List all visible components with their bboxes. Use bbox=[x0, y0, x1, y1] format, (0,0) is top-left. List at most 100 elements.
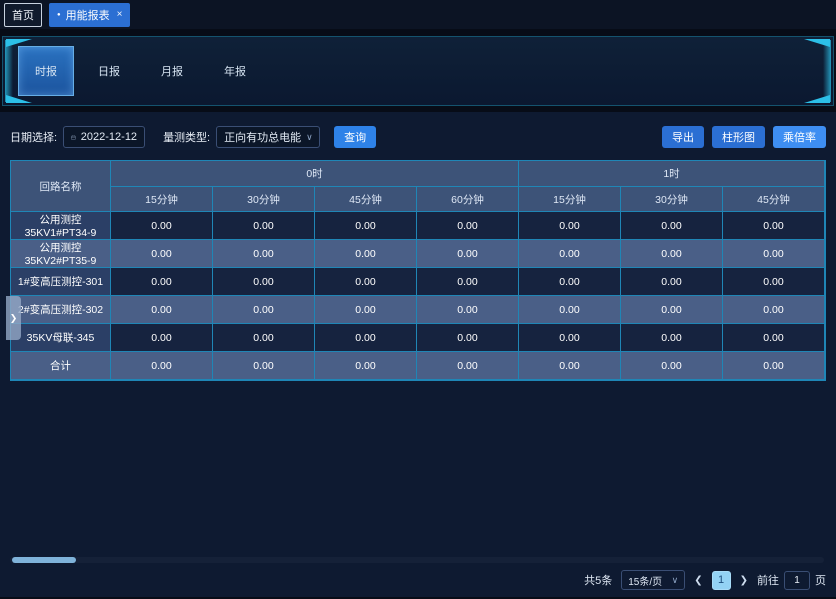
current-page-button[interactable]: 1 bbox=[712, 571, 731, 590]
page-size-value: 15条/页 bbox=[628, 573, 662, 588]
goto-page-input[interactable] bbox=[784, 571, 810, 590]
data-cell: 0.00 bbox=[519, 268, 621, 296]
row-name: 35KV母联-345 bbox=[11, 324, 111, 352]
data-cell: 0.00 bbox=[213, 240, 315, 268]
data-cell: 0.00 bbox=[417, 268, 519, 296]
column-subheader: 30分钟 bbox=[213, 187, 315, 212]
data-cell: 0.00 bbox=[315, 296, 417, 324]
row-name: 公用测控35KV2#PT35-9 bbox=[11, 240, 111, 268]
total-count-label: 共5条 bbox=[584, 572, 612, 588]
data-cell: 0.00 bbox=[621, 352, 723, 380]
column-group-header: 0时 bbox=[111, 161, 519, 187]
data-cell: 0.00 bbox=[417, 240, 519, 268]
row-name: 1#变高压测控-301 bbox=[11, 268, 111, 296]
data-cell: 0.00 bbox=[723, 296, 825, 324]
data-cell: 0.00 bbox=[213, 296, 315, 324]
data-cell: 0.00 bbox=[417, 296, 519, 324]
tab-daily[interactable]: 日报 bbox=[81, 47, 137, 95]
data-cell: 0.00 bbox=[519, 240, 621, 268]
row-name: 公用测控35KV1#PT34-9 bbox=[11, 212, 111, 240]
data-cell: 0.00 bbox=[417, 324, 519, 352]
chevron-right-icon: ❯ bbox=[10, 313, 18, 324]
row-name: 2#变高压测控-302 bbox=[11, 296, 111, 324]
date-select-label: 日期选择: bbox=[10, 129, 57, 145]
data-cell: 0.00 bbox=[621, 324, 723, 352]
column-subheader: 60分钟 bbox=[417, 187, 519, 212]
query-button[interactable]: 查询 bbox=[334, 126, 376, 148]
calendar-icon bbox=[71, 132, 76, 143]
action-buttons: 导出柱形图乘倍率 bbox=[662, 126, 826, 148]
sidebar-expander[interactable]: ❯ bbox=[6, 296, 21, 340]
row-name-total: 合计 bbox=[11, 352, 111, 380]
data-cell: 0.00 bbox=[315, 268, 417, 296]
multiply-rate-button[interactable]: 乘倍率 bbox=[773, 126, 826, 148]
data-cell: 0.00 bbox=[213, 352, 315, 380]
active-dot-icon: ● bbox=[57, 12, 61, 18]
data-cell: 0.00 bbox=[723, 212, 825, 240]
data-cell: 0.00 bbox=[417, 352, 519, 380]
pagination: 共5条 15条/页 ∨ ❮ 1 ❯ 前往 页 bbox=[584, 570, 826, 590]
close-icon[interactable]: × bbox=[117, 9, 123, 20]
data-cell: 0.00 bbox=[519, 352, 621, 380]
column-group-header: 1时 bbox=[519, 161, 825, 187]
data-cell: 0.00 bbox=[315, 212, 417, 240]
data-cell: 0.00 bbox=[111, 352, 213, 380]
column-subheader: 45分钟 bbox=[315, 187, 417, 212]
data-cell: 0.00 bbox=[111, 212, 213, 240]
data-cell: 0.00 bbox=[519, 296, 621, 324]
data-cell: 0.00 bbox=[621, 268, 723, 296]
measure-type-select[interactable]: 正向有功总电能 ∨ bbox=[216, 126, 320, 148]
data-cell: 0.00 bbox=[519, 324, 621, 352]
data-cell: 0.00 bbox=[213, 212, 315, 240]
topbar: 首页 ● 用能报表 × bbox=[0, 0, 836, 29]
chevron-down-icon: ∨ bbox=[672, 576, 679, 585]
goto-label: 前往 bbox=[757, 572, 779, 588]
data-cell: 0.00 bbox=[111, 240, 213, 268]
data-cell: 0.00 bbox=[723, 268, 825, 296]
data-cell: 0.00 bbox=[111, 268, 213, 296]
measure-type-label: 量测类型: bbox=[163, 129, 210, 145]
next-page-button[interactable]: ❯ bbox=[740, 575, 748, 586]
column-subheader: 15分钟 bbox=[111, 187, 213, 212]
report-tabs-panel: 时报日报月报年报 bbox=[2, 36, 834, 106]
horizontal-scrollbar-thumb[interactable] bbox=[12, 557, 76, 563]
data-cell: 0.00 bbox=[315, 352, 417, 380]
data-cell: 0.00 bbox=[111, 324, 213, 352]
data-cell: 0.00 bbox=[723, 240, 825, 268]
data-cell: 0.00 bbox=[417, 212, 519, 240]
tab-yearly[interactable]: 年报 bbox=[207, 47, 263, 95]
data-cell: 0.00 bbox=[111, 296, 213, 324]
page-size-select[interactable]: 15条/页 ∨ bbox=[621, 570, 685, 590]
glow-edge-left bbox=[5, 40, 13, 102]
report-table: 回路名称0时1时15分钟30分钟45分钟60分钟15分钟30分钟45分钟公用测控… bbox=[10, 160, 826, 381]
data-cell: 0.00 bbox=[723, 324, 825, 352]
data-cell: 0.00 bbox=[723, 352, 825, 380]
page: { "topbar": { "home_tab": "首页", "active_… bbox=[0, 0, 836, 599]
date-picker-input[interactable]: 2022-12-12 bbox=[63, 126, 145, 148]
tab-energy-report[interactable]: ● 用能报表 × bbox=[49, 3, 130, 27]
tab-hourly[interactable]: 时报 bbox=[18, 46, 74, 96]
prev-page-button[interactable]: ❮ bbox=[694, 575, 702, 586]
horizontal-scrollbar[interactable] bbox=[10, 557, 824, 563]
tab-energy-report-label: 用能报表 bbox=[66, 7, 110, 23]
column-subheader: 30分钟 bbox=[621, 187, 723, 212]
bar-chart-button[interactable]: 柱形图 bbox=[712, 126, 765, 148]
glow-edge-right bbox=[823, 40, 831, 102]
goto-page-group: 前往 页 bbox=[757, 571, 826, 590]
data-cell: 0.00 bbox=[213, 268, 315, 296]
report-period-tabs: 时报日报月报年报 bbox=[18, 46, 263, 96]
filter-toolbar: 日期选择: 2022-12-12 量测类型: 正向有功总电能 ∨ 查询 导出柱形… bbox=[10, 126, 826, 148]
chevron-down-icon: ∨ bbox=[306, 133, 313, 142]
data-cell: 0.00 bbox=[621, 240, 723, 268]
tab-home[interactable]: 首页 bbox=[4, 3, 42, 27]
date-value: 2022-12-12 bbox=[81, 131, 137, 143]
column-subheader: 15分钟 bbox=[519, 187, 621, 212]
column-subheader: 45分钟 bbox=[723, 187, 825, 212]
export-button[interactable]: 导出 bbox=[662, 126, 704, 148]
column-header-circuit-name: 回路名称 bbox=[11, 161, 111, 212]
main-panel: 日期选择: 2022-12-12 量测类型: 正向有功总电能 ∨ 查询 导出柱形… bbox=[0, 112, 836, 597]
tab-monthly[interactable]: 月报 bbox=[144, 47, 200, 95]
data-cell: 0.00 bbox=[621, 212, 723, 240]
data-cell: 0.00 bbox=[621, 296, 723, 324]
data-cell: 0.00 bbox=[519, 212, 621, 240]
